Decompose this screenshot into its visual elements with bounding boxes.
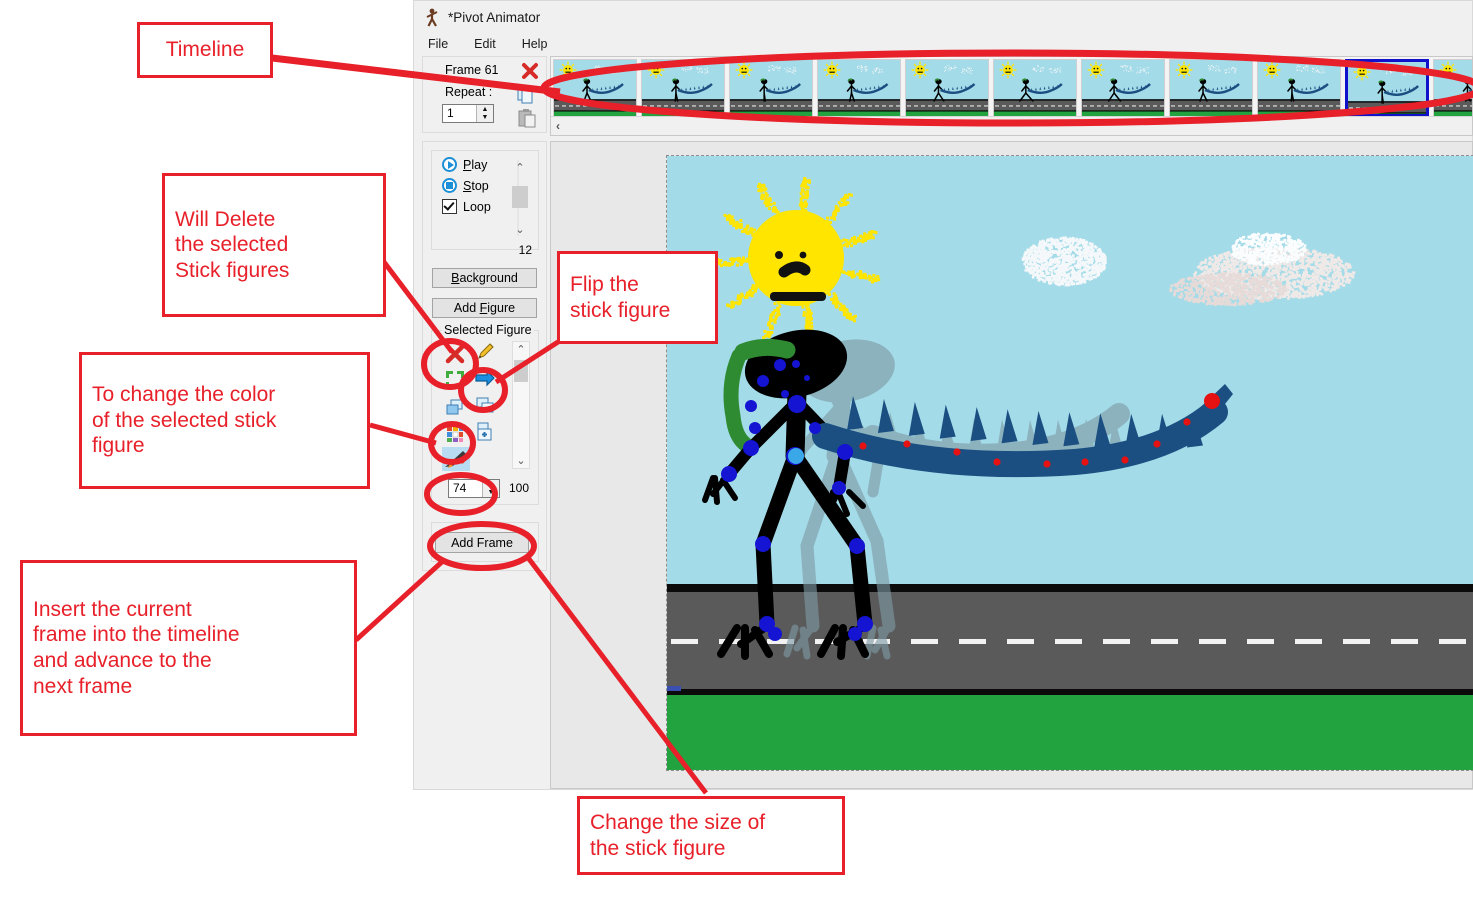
annotation-delete-text: Will Delete the selected Stick figures xyxy=(175,207,290,282)
copy-icon[interactable] xyxy=(516,85,536,105)
repeat-spin-buttons[interactable]: ▲ ▼ xyxy=(476,105,493,122)
canvas-area[interactable] xyxy=(550,141,1473,789)
annotation-timeline: Timeline xyxy=(137,22,273,78)
menu-file[interactable]: File xyxy=(426,36,450,52)
canvas-drawing xyxy=(667,156,1473,770)
resize-figure-icon[interactable] xyxy=(444,369,466,391)
annotation-timeline-text: Timeline xyxy=(165,38,245,62)
stop-label: Stop xyxy=(463,178,489,193)
timeline-thumb-drawing xyxy=(730,60,812,116)
annotation-add-frame-text: Insert the current frame into the timeli… xyxy=(33,597,240,698)
animation-canvas[interactable] xyxy=(666,155,1473,771)
figure-size-value: 74 xyxy=(453,481,467,495)
fps-value: 12 xyxy=(518,243,532,257)
fps-scroll-down-arrow[interactable]: ⌄ xyxy=(511,222,529,236)
timeline-frame-2[interactable] xyxy=(641,59,725,117)
frame-number-label: Frame 61 xyxy=(445,63,499,77)
timeline-thumb-drawing xyxy=(1258,60,1340,116)
timeline-frame-9[interactable] xyxy=(1257,59,1341,117)
timeline-thumb-drawing xyxy=(1348,62,1426,114)
color-figure-icon[interactable] xyxy=(444,423,466,445)
figure-scroll-thumb[interactable] xyxy=(514,360,528,382)
background-button-label: Background xyxy=(451,271,518,285)
timeline-frame-3[interactable] xyxy=(729,59,813,117)
figure-scroll-up-arrow[interactable]: ⌃ xyxy=(513,342,529,357)
copy-figure-icon[interactable] xyxy=(444,397,466,419)
red-x-icon[interactable] xyxy=(520,61,540,81)
playback-group: Play Stop Loop ⌃ ⌄ 12 xyxy=(431,150,539,257)
repeat-label: Repeat : xyxy=(445,85,493,99)
timeline-thumb-drawing xyxy=(818,60,900,116)
paste-icon[interactable] xyxy=(516,107,538,129)
timeline-frame-4[interactable] xyxy=(817,59,901,117)
repeat-spin-down[interactable]: ▼ xyxy=(477,114,493,123)
menu-edit[interactable]: Edit xyxy=(472,36,498,52)
play-label: Play xyxy=(463,157,488,172)
fps-scroll-up-arrow[interactable]: ⌃ xyxy=(511,160,529,174)
selected-figure-group: Selected Figure ⌃ ⌄ 74 ▲ ▼ 100 xyxy=(431,323,539,505)
timeline-frame-10[interactable] xyxy=(1345,59,1429,117)
timeline-thumb-drawing xyxy=(1170,60,1252,116)
pivot-animator-window: *Pivot Animator File Edit Help Frame 61 … xyxy=(413,0,1473,790)
menu-help[interactable]: Help xyxy=(520,36,550,52)
fps-scrollbar[interactable]: ⌃ ⌄ xyxy=(511,160,529,236)
figure-size-spin-buttons[interactable]: ▲ ▼ xyxy=(482,480,499,497)
annotation-color-text: To change the color of the selected stic… xyxy=(92,383,277,458)
flip-figure-icon[interactable] xyxy=(474,367,496,389)
selected-figure-title: Selected Figure xyxy=(442,323,534,337)
annotation-delete: Will Delete the selected Stick figures xyxy=(162,173,386,317)
figure-size-stepper[interactable]: 74 ▲ ▼ xyxy=(448,479,500,498)
duplicate-figure-icon[interactable] xyxy=(474,395,496,417)
repeat-spin-up[interactable]: ▲ xyxy=(477,105,493,114)
annotation-color: To change the color of the selected stic… xyxy=(79,352,370,489)
stick-figure-icon xyxy=(424,8,440,28)
timeline-thumb-drawing xyxy=(554,60,636,116)
figure-size-spin-down[interactable]: ▼ xyxy=(483,489,499,498)
frame-panel: Frame 61 Repeat : 1 ▲ ▼ xyxy=(422,56,547,133)
add-frame-button[interactable]: Add Frame xyxy=(435,532,529,553)
timeline-strip xyxy=(553,59,1472,117)
timeline-frame-1[interactable] xyxy=(553,59,637,117)
menu-bar: File Edit Help xyxy=(414,34,1472,54)
timeline-frame-7[interactable] xyxy=(1081,59,1165,117)
delete-figure-icon[interactable] xyxy=(444,343,466,365)
figure-scrollbar[interactable]: ⌃ ⌄ xyxy=(512,341,530,469)
annotation-size-text: Change the size of the stick figure xyxy=(590,810,766,860)
timeline-frame-11[interactable] xyxy=(1433,59,1472,117)
pen-tool-icon[interactable] xyxy=(442,447,470,471)
title-bar: *Pivot Animator xyxy=(414,1,1472,34)
timeline-thumb-drawing xyxy=(642,60,724,116)
timeline-thumb-drawing xyxy=(906,60,988,116)
window-title: *Pivot Animator xyxy=(448,10,541,25)
figure-size-spin-up[interactable]: ▲ xyxy=(483,480,499,489)
annotation-flip-text: Flip the stick figure xyxy=(570,272,671,322)
fps-scroll-thumb[interactable] xyxy=(512,186,528,208)
edit-figure-icon[interactable] xyxy=(474,341,496,363)
add-figure-button-label: Add Figure xyxy=(453,301,516,315)
background-button[interactable]: Background xyxy=(432,268,537,288)
tools-panel: Play Stop Loop ⌃ ⌄ 12 Background Add Fig… xyxy=(422,141,547,571)
add-figure-button[interactable]: Add Figure xyxy=(432,298,537,318)
timeline[interactable]: ‹ xyxy=(550,56,1473,136)
timeline-thumb-drawing xyxy=(1434,60,1472,116)
figure-scroll-down-arrow[interactable]: ⌄ xyxy=(513,453,529,468)
add-to-library-icon[interactable] xyxy=(474,421,496,443)
timeline-frame-8[interactable] xyxy=(1169,59,1253,117)
timeline-thumb-drawing xyxy=(1082,60,1164,116)
timeline-scroll-left-arrow[interactable]: ‹ xyxy=(556,119,560,133)
play-icon xyxy=(442,157,457,172)
repeat-value: 1 xyxy=(447,106,454,120)
figure-size-max-label: 100 xyxy=(509,481,530,495)
timeline-frame-5[interactable] xyxy=(905,59,989,117)
annotation-flip: Flip the stick figure xyxy=(557,251,718,344)
timeline-thumb-drawing xyxy=(994,60,1076,116)
annotation-size: Change the size of the stick figure xyxy=(577,796,845,875)
loop-label: Loop xyxy=(463,199,491,214)
repeat-stepper[interactable]: 1 ▲ ▼ xyxy=(442,104,494,123)
checkbox-icon xyxy=(442,199,457,214)
timeline-frame-6[interactable] xyxy=(993,59,1077,117)
timeline-scrollbar[interactable]: ‹ xyxy=(551,116,1472,135)
stop-icon xyxy=(442,178,457,193)
annotation-add-frame: Insert the current frame into the timeli… xyxy=(20,560,357,736)
